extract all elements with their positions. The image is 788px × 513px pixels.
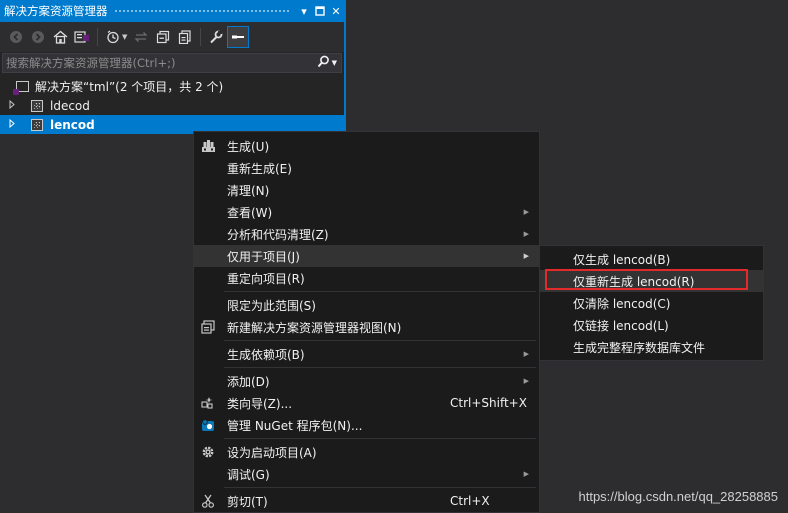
preview-selected-icon[interactable] — [227, 26, 250, 48]
submenu-item-build-only[interactable]: 仅生成 lencod(B) — [540, 248, 763, 270]
solution-tree: 解决方案“tml”(2 个项目，共 2 个) ldecod lencod — [0, 73, 344, 134]
menu-item-manage-nuget[interactable]: 管理 NuGet 程序包(N)... — [194, 414, 539, 436]
menu-item-set-startup[interactable]: 设为启动项目(A) — [194, 441, 539, 463]
menu-item-clean[interactable]: 清理(N) — [194, 179, 539, 201]
filter-dropdown-icon[interactable]: ▼ — [122, 33, 127, 41]
project-only-submenu: 仅生成 lencod(B) 仅重新生成 lencod(R) 仅清除 lencod… — [539, 245, 764, 361]
menu-item-label: 查看(W) — [227, 205, 273, 220]
submenu-item-label: 仅链接 lencod(L) — [573, 318, 669, 333]
submenu-arrow-icon: ▶ — [523, 350, 529, 358]
submenu-item-clean-only[interactable]: 仅清除 lencod(C) — [540, 292, 763, 314]
submenu-arrow-icon: ▶ — [523, 470, 529, 478]
forward-icon[interactable] — [28, 27, 48, 47]
menu-item-project-only[interactable]: 仅用于项目(J) ▶ — [194, 245, 539, 267]
project-label: ldecod — [50, 98, 90, 113]
build-icon — [194, 139, 222, 153]
menu-item-label: 调试(G) — [227, 467, 270, 482]
tree-row-solution[interactable]: 解决方案“tml”(2 个项目，共 2 个) — [0, 77, 344, 96]
panel-title: 解决方案资源管理器 — [4, 4, 108, 18]
submenu-item-link-only[interactable]: 仅链接 lencod(L) — [540, 314, 763, 336]
menu-item-label: 重定向项目(R) — [227, 271, 305, 286]
menu-item-label: 限定为此范围(S) — [227, 298, 316, 313]
watermark-url: https://blog.csdn.net/qq_28258885 — [578, 489, 779, 504]
panel-title-bar[interactable]: 解决方案资源管理器 ▾ ✕ — [0, 0, 344, 22]
submenu-arrow-icon: ▶ — [523, 252, 529, 260]
menu-item-label: 生成依赖项(B) — [227, 347, 305, 362]
menu-item-label: 新建解决方案资源管理器视图(N) — [227, 320, 402, 335]
home-icon[interactable] — [50, 27, 70, 47]
menu-item-label: 生成(U) — [227, 139, 270, 154]
window-position-dropdown-icon[interactable]: ▾ — [296, 3, 312, 19]
gear-icon — [194, 445, 222, 459]
toolbar-separator — [97, 28, 98, 46]
show-all-files-icon[interactable] — [175, 27, 195, 47]
menu-separator — [224, 438, 536, 439]
menu-item-debug[interactable]: 调试(G) ▶ — [194, 463, 539, 485]
menu-item-analyze[interactable]: 分析和代码清理(Z) ▶ — [194, 223, 539, 245]
solution-icon — [13, 81, 29, 95]
menu-item-label: 清理(N) — [227, 183, 270, 198]
search-bar: ▼ — [2, 53, 342, 73]
menu-separator — [224, 291, 536, 292]
expand-arrow-icon[interactable] — [9, 99, 19, 111]
submenu-item-label: 生成完整程序数据库文件 — [573, 340, 706, 355]
menu-separator — [224, 367, 536, 368]
menu-item-label: 分析和代码清理(Z) — [227, 227, 329, 242]
expand-arrow-icon[interactable] — [9, 118, 19, 130]
submenu-item-label: 仅清除 lencod(C) — [573, 296, 671, 311]
menu-item-class-wizard[interactable]: 类向导(Z)... Ctrl+Shift+X — [194, 392, 539, 414]
menu-item-scope-to-this[interactable]: 限定为此范围(S) — [194, 294, 539, 316]
menu-item-add[interactable]: 添加(D) ▶ — [194, 370, 539, 392]
menu-item-label: 添加(D) — [227, 374, 270, 389]
menu-item-view[interactable]: 查看(W) ▶ — [194, 201, 539, 223]
submenu-arrow-icon: ▶ — [523, 230, 529, 238]
menu-item-build-dependencies[interactable]: 生成依赖项(B) ▶ — [194, 343, 539, 365]
close-icon[interactable]: ✕ — [328, 3, 344, 19]
menu-item-label: 仅用于项目(J) — [227, 249, 300, 264]
solution-label: 解决方案“tml”(2 个项目，共 2 个) — [35, 80, 224, 94]
menu-separator — [224, 487, 536, 488]
menu-item-label: 管理 NuGet 程序包(N)... — [227, 418, 363, 433]
menu-item-shortcut: Ctrl+X — [450, 494, 490, 508]
back-icon[interactable] — [6, 27, 26, 47]
submenu-item-label: 仅生成 lencod(B) — [573, 252, 671, 267]
properties-icon[interactable] — [206, 27, 226, 47]
submenu-item-generate-pdb[interactable]: 生成完整程序数据库文件 — [540, 336, 763, 358]
nuget-icon — [194, 418, 222, 432]
context-menu: 生成(U) 重新生成(E) 清理(N) 查看(W) ▶ 分析和代码清理(Z) ▶… — [193, 131, 540, 513]
toolbar-separator — [200, 28, 202, 46]
menu-item-cut[interactable]: 剪切(T) Ctrl+X — [194, 490, 539, 512]
drag-grip[interactable] — [113, 8, 290, 14]
cut-icon — [194, 494, 222, 508]
sync-icon[interactable] — [131, 27, 151, 47]
project-label: lencod — [50, 117, 95, 132]
search-input[interactable] — [3, 55, 317, 71]
submenu-arrow-icon: ▶ — [523, 208, 529, 216]
menu-item-rebuild[interactable]: 重新生成(E) — [194, 157, 539, 179]
submenu-item-label: 仅重新生成 lencod(R) — [573, 274, 695, 289]
menu-item-retarget[interactable]: 重定向项目(R) — [194, 267, 539, 289]
explorer-toolbar: ▼ — [0, 22, 344, 52]
menu-item-label: 剪切(T) — [227, 494, 268, 509]
cpp-project-icon — [31, 118, 43, 131]
menu-item-shortcut: Ctrl+Shift+X — [450, 396, 527, 410]
menu-item-build[interactable]: 生成(U) — [194, 135, 539, 157]
solution-explorer-panel: 解决方案资源管理器 ▾ ✕ ▼ 搜索解决方案资源管理器(Ctrl+;) ▼ 解决… — [0, 0, 346, 134]
submenu-item-rebuild-only[interactable]: 仅重新生成 lencod(R) — [540, 270, 763, 292]
menu-separator — [224, 340, 536, 341]
submenu-arrow-icon: ▶ — [523, 377, 529, 385]
menu-item-label: 设为启动项目(A) — [227, 445, 317, 460]
menu-item-label: 重新生成(E) — [227, 161, 292, 176]
class-wizard-icon — [194, 396, 222, 410]
cpp-project-icon — [31, 99, 43, 112]
tree-row-project[interactable]: ldecod — [0, 96, 344, 115]
search-icon[interactable] — [317, 55, 330, 71]
menu-item-new-explorer-view[interactable]: 新建解决方案资源管理器视图(N) — [194, 316, 539, 338]
collapse-all-icon[interactable] — [153, 27, 173, 47]
switch-views-icon[interactable] — [72, 27, 92, 47]
search-options-dropdown-icon[interactable]: ▼ — [332, 59, 337, 67]
new-view-icon — [194, 320, 222, 334]
pending-changes-filter-icon[interactable] — [103, 27, 123, 47]
maximize-icon[interactable] — [312, 3, 328, 19]
